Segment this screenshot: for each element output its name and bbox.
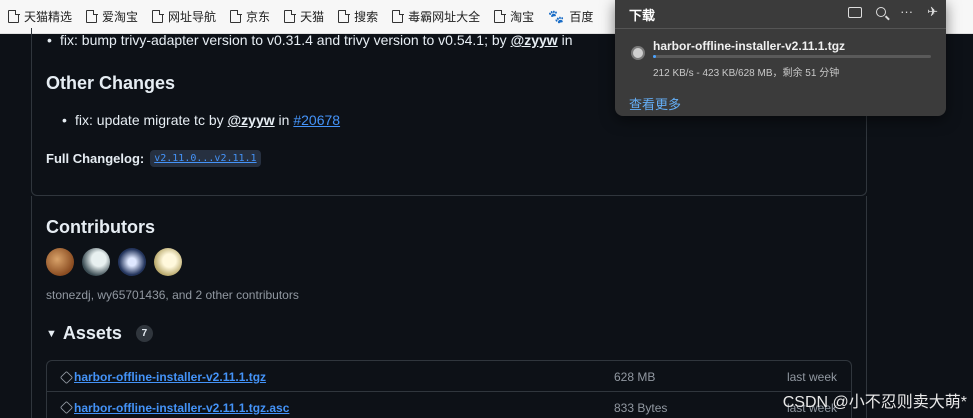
avatar[interactable] <box>154 248 182 276</box>
bookmark-baidu[interactable]: 🐾 百度 <box>548 8 593 25</box>
avatar[interactable] <box>118 248 146 276</box>
release-note-text: fix: update migrate tc by <box>75 112 224 128</box>
bookmark-label: 爱淘宝 <box>102 10 139 24</box>
bookmark-label: 百度 <box>569 10 594 24</box>
triangle-down-icon: ▼ <box>46 327 57 340</box>
asset-date: last week <box>786 370 837 384</box>
avatar[interactable] <box>46 248 74 276</box>
bookmark-jingdong[interactable]: 京东 <box>230 8 270 25</box>
page-icon <box>338 9 350 23</box>
bookmark-taobao[interactable]: 淘宝 <box>494 8 534 25</box>
download-panel-title: 下载 <box>629 8 656 23</box>
page-icon <box>86 9 98 23</box>
search-icon[interactable] <box>876 7 887 17</box>
assets-table: harbor-offline-installer-v2.11.1.tgz 628… <box>46 360 852 418</box>
package-icon <box>59 370 74 384</box>
download-progress-bar <box>653 55 931 58</box>
pr-link[interactable]: #20678 <box>293 112 340 128</box>
download-file-name[interactable]: harbor-offline-installer-v2.11.1.tgz <box>653 39 845 53</box>
asset-name: harbor-offline-installer-v2.11.1.tgz.asc <box>74 400 290 415</box>
more-icon[interactable]: ··· <box>900 4 913 20</box>
assets-heading: Assets <box>62 323 122 343</box>
page-icon <box>284 9 296 23</box>
assets-toggle[interactable]: ▼ Assets 7 <box>46 323 153 344</box>
asset-size: 628 MB <box>614 370 656 384</box>
divider <box>615 28 946 29</box>
bookmark-label: 网址导航 <box>168 10 217 24</box>
release-note-text: fix: bump trivy-adapter version to v0.31… <box>60 32 507 48</box>
bookmark-label: 天猫 <box>300 10 325 24</box>
bookmark-label: 毒霸网址大全 <box>408 10 481 24</box>
contributors-heading: Contributors <box>46 217 155 237</box>
bookmark-label: 搜索 <box>354 10 379 24</box>
see-more-link[interactable]: 查看更多 <box>629 94 681 113</box>
release-note-item: fix: update migrate tc by @zyyw in #2067… <box>62 112 340 128</box>
download-panel-toolbar: ··· ✈ <box>848 4 938 20</box>
bookmark-wangzhi-daohang[interactable]: 网址导航 <box>152 8 216 25</box>
user-link[interactable]: @zyyw <box>228 112 275 128</box>
bookmark-duba[interactable]: 毒霸网址大全 <box>392 8 480 25</box>
folder-icon[interactable] <box>848 7 863 18</box>
bookmark-tianmao[interactable]: 天猫 <box>284 8 324 25</box>
pin-icon[interactable]: ✈ <box>927 4 938 20</box>
bookmark-label: 京东 <box>246 10 271 24</box>
page-icon <box>152 9 164 23</box>
table-row: harbor-offline-installer-v2.11.1.tgz 628… <box>47 363 851 392</box>
download-panel: 下载 ··· ✈ harbor-offline-installer-v2.11.… <box>615 0 946 116</box>
user-link[interactable]: @zyyw <box>511 32 558 48</box>
section-heading-other-changes: Other Changes <box>46 73 176 93</box>
contributor-avatars <box>46 248 182 276</box>
asset-link[interactable]: harbor-offline-installer-v2.11.1.tgz <box>59 370 267 384</box>
avatar[interactable] <box>82 248 110 276</box>
package-icon <box>59 400 74 415</box>
paw-icon: 🐾 <box>548 8 565 24</box>
page-icon <box>494 9 506 23</box>
file-icon <box>631 46 645 60</box>
release-note-item: fix: bump trivy-adapter version to v0.31… <box>47 32 573 48</box>
assets-count-badge: 7 <box>135 325 153 342</box>
page-icon <box>8 9 20 23</box>
asset-name: harbor-offline-installer-v2.11.1.tgz <box>74 370 267 384</box>
page-icon <box>230 9 242 23</box>
bookmark-label: 淘宝 <box>510 10 535 24</box>
bookmark-label: 天猫精选 <box>24 10 73 24</box>
bookmark-tianmao-jingxuan[interactable]: 天猫精选 <box>8 8 72 25</box>
contributor-names: stonezdj, wy65701436, and 2 other contri… <box>46 288 299 302</box>
full-changelog: Full Changelog: v2.11.0...v2.11.1 <box>46 150 261 167</box>
asset-link[interactable]: harbor-offline-installer-v2.11.1.tgz.asc <box>59 400 290 415</box>
in-text: in <box>278 112 290 128</box>
table-row: harbor-offline-installer-v2.11.1.tgz.asc… <box>47 393 851 418</box>
in-text: in <box>561 32 573 48</box>
changelog-compare-link[interactable]: v2.11.0...v2.11.1 <box>150 150 261 167</box>
page-icon <box>392 9 404 23</box>
download-progress-fill <box>653 55 656 58</box>
watermark: CSDN @小不忍则卖大萌* <box>782 394 967 411</box>
asset-size: 833 Bytes <box>614 400 668 415</box>
bookmark-sousuo[interactable]: 搜索 <box>338 8 378 25</box>
changelog-label: Full Changelog: <box>46 151 145 166</box>
bookmark-aitaobao[interactable]: 爱淘宝 <box>86 8 138 25</box>
download-status: 212 KB/s - 423 KB/628 MB，剩余 51 分钟 <box>653 68 840 79</box>
